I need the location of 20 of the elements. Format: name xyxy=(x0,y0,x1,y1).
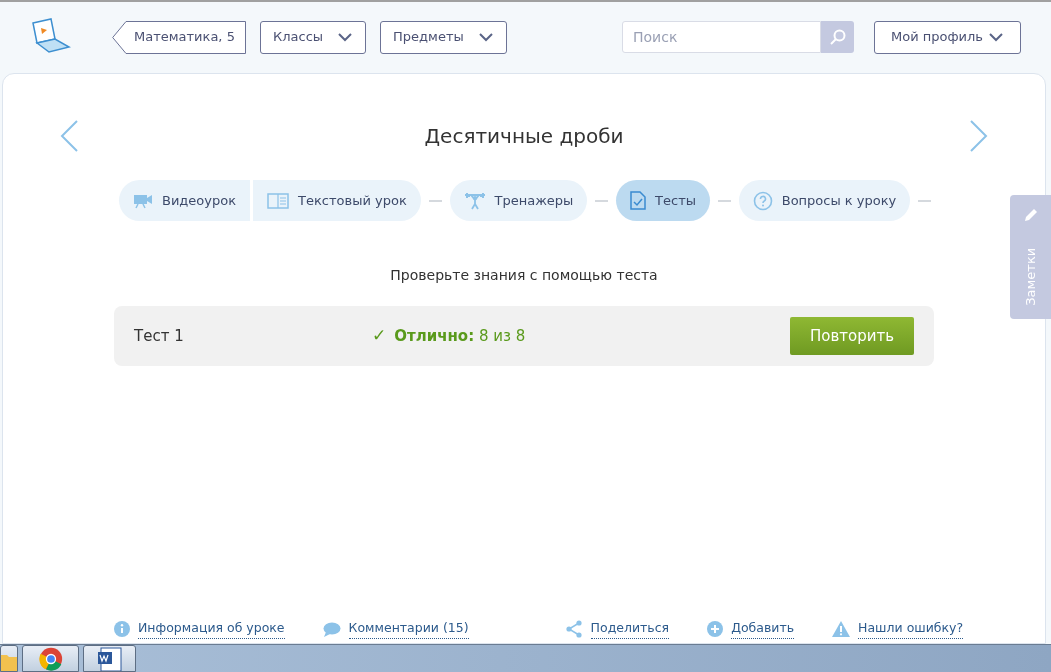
footer-link[interactable]: Комментарии (15) xyxy=(348,619,469,639)
profile-menu[interactable]: Мой профиль xyxy=(874,20,1021,54)
breadcrumb-link[interactable]: Математика, 5 xyxy=(112,20,246,54)
test-prompt: Проверьте знания с помощью теста xyxy=(390,266,658,285)
lesson-tab[interactable]: Вопросы к уроку xyxy=(738,180,911,221)
footer-link[interactable]: Добавить xyxy=(731,619,795,639)
lesson-title: Десятичные дроби xyxy=(424,123,624,150)
footer-link[interactable]: Информация об уроке xyxy=(138,619,285,639)
footer-link[interactable]: Нашли ошибку? xyxy=(858,619,964,639)
dropdown-menu[interactable]: Классы xyxy=(260,20,367,54)
search-field[interactable]: Поиск xyxy=(622,21,821,53)
test-name: Тест 1 xyxy=(134,325,185,347)
test-result: Отлично: 8 из 8 xyxy=(394,325,526,347)
lesson-tab[interactable]: Тренажеры xyxy=(449,180,588,221)
lesson-tab[interactable]: Тесты xyxy=(616,180,711,221)
lesson-tab[interactable]: Текстовый урок xyxy=(253,180,421,221)
lesson-tab[interactable]: Видеоурок xyxy=(119,180,251,221)
dropdown-menu[interactable]: Предметы xyxy=(380,20,507,54)
footer-link[interactable]: Поделиться xyxy=(590,619,670,639)
check-mark: ✓ xyxy=(372,324,387,348)
